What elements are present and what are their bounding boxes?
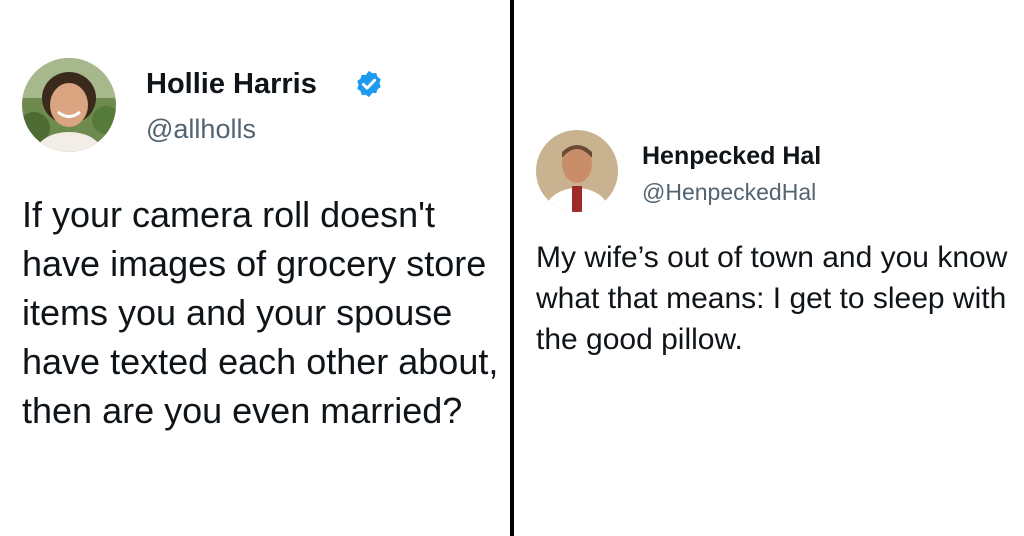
tweet-card-henpecked-hal[interactable]: Henpecked Hal @HenpeckedHal My wife’s ou…	[514, 0, 1024, 536]
verified-badge-icon	[357, 70, 381, 98]
user-handle[interactable]: @HenpeckedHal	[642, 179, 816, 206]
avatar[interactable]	[536, 130, 618, 212]
tweet-text: If your camera roll doesn't have images …	[22, 194, 499, 431]
tweet-card-hollie-harris[interactable]: Hollie Harris @allholls If your camera r…	[0, 0, 510, 536]
tweet-text: My wife’s out of town and you know what …	[536, 241, 1008, 356]
user-handle[interactable]: @allholls	[146, 114, 256, 145]
display-name[interactable]: Hollie Harris	[146, 68, 317, 101]
display-name[interactable]: Henpecked Hal	[642, 142, 821, 171]
avatar-photo-hollie	[22, 58, 116, 152]
avatar[interactable]	[22, 58, 116, 152]
avatar-photo-hal	[536, 130, 618, 212]
